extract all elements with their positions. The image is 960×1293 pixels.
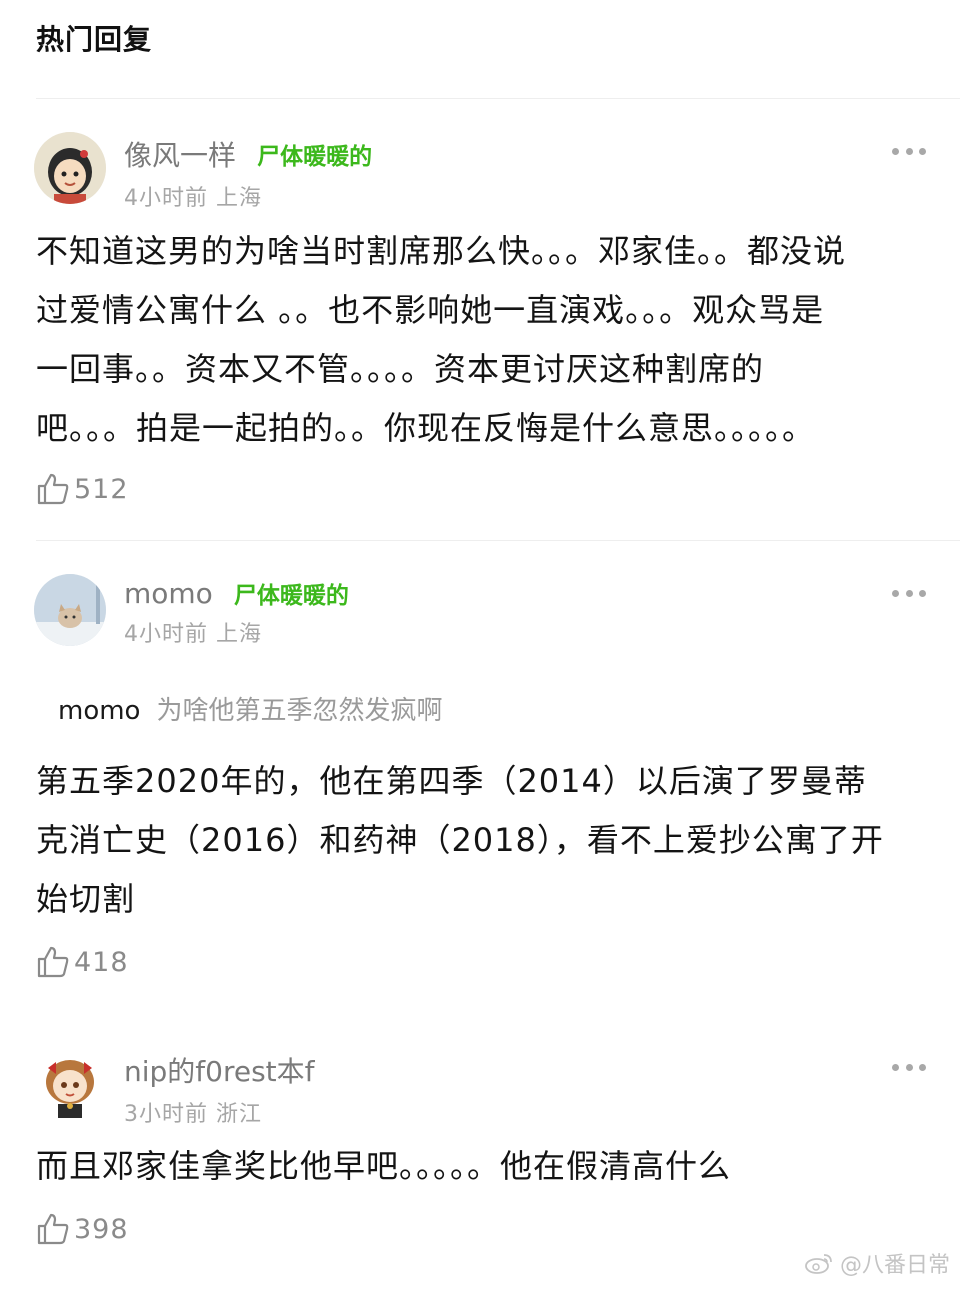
post-time: 4小时前: [124, 186, 208, 211]
fan-badge: 尸体暖暖的: [257, 144, 373, 170]
thumbs-up-icon: [37, 946, 69, 978]
weibo-icon: [805, 1254, 832, 1274]
comment-text: 不知道这男的为啥当时割席那么快。。。邓家佳。。都没说 过爱情公寓什么 。。也不影…: [36, 232, 847, 447]
comment-text: 而且邓家佳拿奖比他早吧。。。。。他在假清高什么: [36, 1147, 732, 1185]
username[interactable]: nip的f0rest本f: [124, 1050, 315, 1090]
post-location: 浙江: [216, 1102, 263, 1127]
comment-text: 第五季2020年的，他在第四季（2014）以后演了罗曼蒂 克消亡史（2016）和…: [36, 762, 884, 918]
like-count: 418: [74, 946, 129, 978]
username[interactable]: momo: [124, 577, 213, 610]
avatar[interactable]: [34, 574, 106, 646]
post-time: 4小时前: [124, 622, 208, 647]
post-time: 3小时前: [124, 1102, 208, 1127]
time-location: 4小时前 上海: [124, 616, 349, 648]
avatar[interactable]: [34, 132, 106, 204]
like-button[interactable]: 512: [36, 472, 129, 506]
quoted-text: 为啥他第五季忽然发疯啊: [156, 696, 443, 726]
like-button[interactable]: 398: [36, 1212, 129, 1246]
post-location: 上海: [216, 186, 263, 211]
divider: [36, 540, 960, 541]
like-button[interactable]: 418: [36, 945, 129, 979]
watermark-text: @八番日常: [839, 1253, 950, 1278]
time-location: 3小时前 浙江: [124, 1096, 315, 1128]
like-count: 398: [74, 1213, 129, 1245]
cartoon-girl-avatar-icon: [34, 132, 106, 204]
thumbs-up-icon: [37, 473, 69, 505]
fan-badge: 尸体暖暖的: [233, 583, 349, 609]
divider: [36, 98, 960, 99]
section-title: 热门回复: [36, 23, 153, 56]
comment-meta: momo 尸体暖暖的 4小时前 上海: [124, 576, 349, 648]
comment-meta: 像风一样 尸体暖暖的 4小时前 上海: [124, 134, 372, 212]
time-location: 4小时前 上海: [124, 180, 372, 212]
like-count: 512: [74, 473, 129, 505]
post-location: 上海: [216, 622, 263, 647]
username[interactable]: 像风一样: [124, 134, 236, 174]
more-options-icon[interactable]: [892, 1062, 926, 1072]
quoted-username: momo: [58, 696, 141, 726]
thumbs-up-icon: [37, 1213, 69, 1245]
comment-meta: nip的f0rest本f 3小时前 浙江: [124, 1050, 315, 1128]
more-options-icon[interactable]: [892, 588, 926, 598]
avatar[interactable]: [34, 1048, 106, 1120]
watermark: @八番日常: [804, 1247, 950, 1279]
more-options-icon[interactable]: [892, 146, 926, 156]
chibi-girl-avatar-icon: [34, 1048, 106, 1120]
quoted-reply[interactable]: momo 为啥他第五季忽然发疯啊: [58, 690, 442, 727]
cat-avatar-icon: [34, 574, 106, 646]
